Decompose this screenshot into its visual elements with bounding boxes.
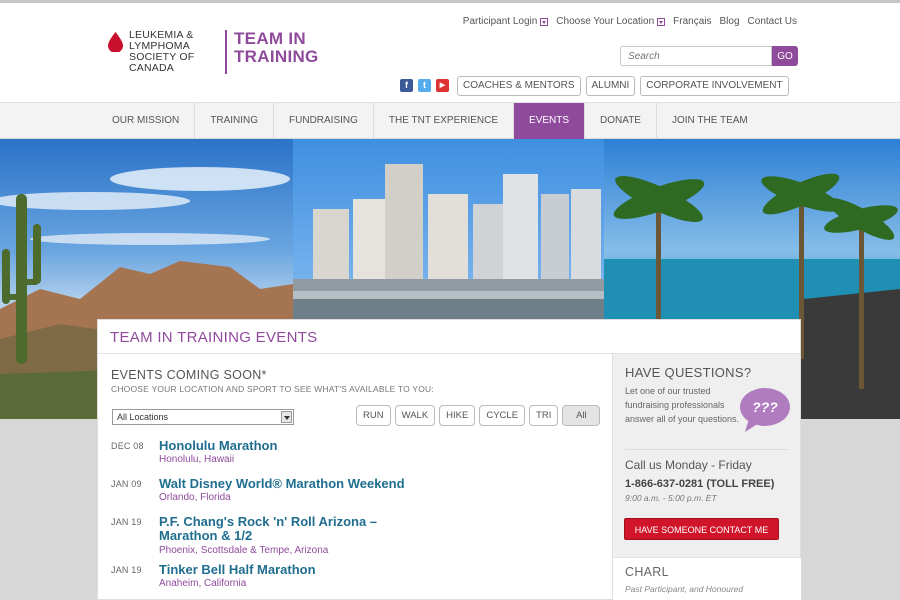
program-name: TEAM IN TRAINING	[234, 29, 319, 66]
site-header: LEUKEMIA & LYMPHOMA SOCIETY OF CANADA TE…	[0, 0, 900, 102]
chevron-down-icon	[281, 411, 292, 423]
blog-link[interactable]: Blog	[720, 16, 740, 27]
dropdown-icon	[657, 17, 666, 26]
filter-all-button[interactable]: All	[562, 405, 601, 426]
event-location: Orlando, Florida	[159, 492, 231, 503]
event-date: JAN 19	[111, 517, 142, 527]
twitter-icon[interactable]: t	[418, 79, 431, 92]
event-name-link[interactable]: P.F. Chang's Rock 'n' Roll Arizona – Mar…	[159, 515, 384, 543]
nav-fundraising[interactable]: FUNDRAISING	[274, 103, 374, 139]
search-input[interactable]	[620, 46, 772, 66]
event-location: Anaheim, California	[159, 578, 247, 589]
divider	[625, 449, 789, 450]
choose-location-label: Choose Your Location	[556, 16, 655, 27]
choose-location-link[interactable]: Choose Your Location	[556, 16, 666, 27]
event-date: DEC 08	[111, 441, 144, 451]
org-name: LEUKEMIA & LYMPHOMA SOCIETY OF CANADA	[129, 29, 195, 74]
nav-tnt-experience[interactable]: THE TNT EXPERIENCE	[374, 103, 515, 139]
events-card: TEAM IN TRAINING EVENTS EVENTS COMING SO…	[97, 319, 801, 600]
nav-our-mission[interactable]: OUR MISSION	[97, 103, 196, 139]
contact-me-button[interactable]: HAVE SOMEONE CONTACT ME	[624, 518, 779, 540]
event-date: JAN 19	[111, 565, 142, 575]
event-name-link[interactable]: Honolulu Marathon	[159, 439, 399, 453]
questions-text: Let one of our trusted fundraising profe…	[625, 386, 740, 424]
participant-login-label: Participant Login	[462, 16, 538, 27]
testimonial-text: Past Participant, and Honoured	[625, 584, 744, 594]
social-links: f t ▶	[400, 79, 449, 92]
secondary-links: COACHES & MENTORS ALUMNI CORPORATE INVOL…	[457, 76, 789, 96]
filter-hike-button[interactable]: HIKE	[439, 405, 476, 426]
alumni-button[interactable]: ALUMNI	[585, 76, 636, 96]
questions-heading: HAVE QUESTIONS?	[625, 365, 752, 380]
search-box: GO	[620, 46, 798, 66]
nav-events[interactable]: EVENTS	[514, 103, 586, 139]
utility-links: Participant Login Choose Your Location F…	[463, 16, 797, 27]
filter-tri-button[interactable]: TRI	[529, 405, 559, 426]
sidebar: HAVE QUESTIONS? Let one of our trusted f…	[612, 354, 801, 600]
location-select-value: All Locations	[117, 412, 169, 422]
youtube-icon[interactable]: ▶	[436, 79, 449, 92]
contact-us-link[interactable]: Contact Us	[748, 16, 797, 27]
logo-divider	[225, 30, 227, 74]
testimonial: CHARL Past Participant, and Honoured	[613, 557, 801, 600]
event-location: Honolulu, Hawaii	[159, 454, 235, 465]
francais-link[interactable]: Français	[673, 16, 711, 27]
events-section: EVENTS COMING SOON* CHOOSE YOUR LOCATION…	[98, 354, 612, 600]
events-heading: EVENTS COMING SOON*	[111, 368, 267, 382]
dropdown-icon	[540, 17, 549, 26]
search-go-button[interactable]: GO	[772, 46, 798, 66]
main-nav: OUR MISSION TRAINING FUNDRAISING THE TNT…	[0, 102, 900, 139]
coaches-mentors-button[interactable]: COACHES & MENTORS	[457, 76, 581, 96]
svg-text:???: ???	[752, 399, 778, 415]
participant-login-link[interactable]: Participant Login	[463, 16, 549, 27]
nav-training[interactable]: TRAINING	[195, 103, 275, 139]
filter-walk-button[interactable]: WALK	[394, 405, 436, 426]
filter-cycle-button[interactable]: CYCLE	[479, 405, 526, 426]
phone-number[interactable]: 1-866-637-0281 (TOLL FREE)	[625, 478, 774, 490]
sport-filters: RUN WALK HIKE CYCLE TRI All	[356, 405, 601, 426]
location-select[interactable]: All Locations	[112, 409, 294, 425]
question-bubble-icon: ???	[740, 388, 790, 432]
event-name-link[interactable]: Walt Disney World® Marathon Weekend	[159, 477, 459, 491]
facebook-icon[interactable]: f	[400, 79, 413, 92]
office-hours: 9:00 a.m. - 5:00 p.m. ET	[625, 493, 717, 503]
filter-run-button[interactable]: RUN	[356, 405, 391, 426]
nav-join-the-team[interactable]: JOIN THE TEAM	[657, 103, 763, 139]
events-subheading: CHOOSE YOUR LOCATION AND SPORT TO SEE WH…	[111, 384, 434, 394]
corporate-involvement-button[interactable]: CORPORATE INVOLVEMENT	[640, 76, 789, 96]
call-heading: Call us Monday - Friday	[625, 458, 752, 472]
testimonial-name: CHARL	[625, 565, 669, 579]
blood-drop-icon	[108, 32, 123, 52]
page-title: TEAM IN TRAINING EVENTS	[110, 329, 318, 346]
nav-donate[interactable]: DONATE	[585, 103, 657, 139]
event-name-link[interactable]: Tinker Bell Half Marathon	[159, 563, 399, 577]
event-location: Phoenix, Scottsdale & Tempe, Arizona	[159, 545, 329, 556]
event-date: JAN 09	[111, 479, 142, 489]
logo[interactable]: LEUKEMIA & LYMPHOMA SOCIETY OF CANADA TE…	[108, 30, 324, 74]
